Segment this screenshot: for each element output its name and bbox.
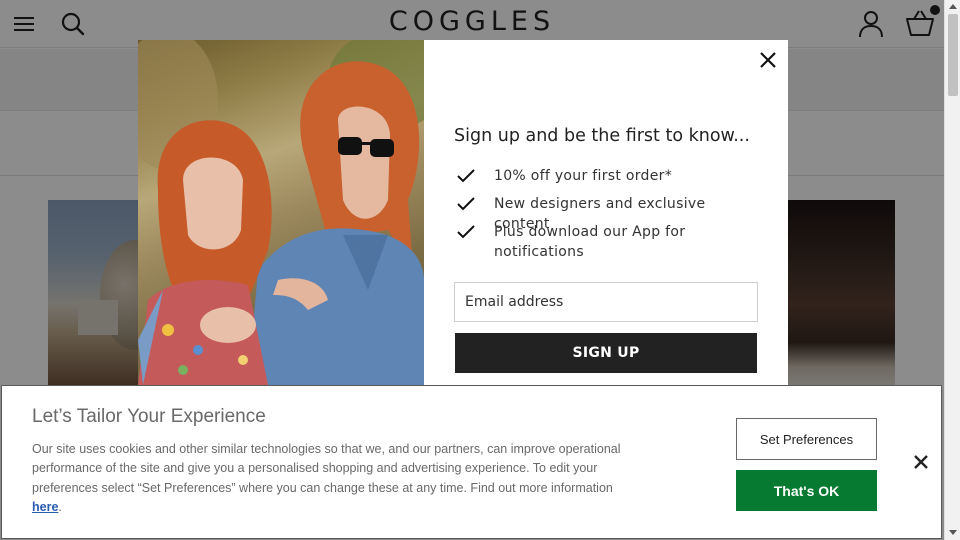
check-icon bbox=[456, 168, 476, 184]
close-icon[interactable] bbox=[757, 49, 779, 71]
models-photo bbox=[138, 40, 424, 385]
set-preferences-button[interactable]: Set Preferences bbox=[736, 418, 877, 460]
scrollbar-thumb[interactable] bbox=[948, 14, 958, 96]
benefit-text: Plus download our App for notifications bbox=[494, 224, 686, 260]
scroll-up-arrow-icon[interactable] bbox=[949, 4, 957, 9]
check-icon bbox=[456, 196, 476, 212]
benefit-text: 10% off your first order* bbox=[494, 168, 673, 184]
email-field[interactable] bbox=[454, 282, 758, 322]
check-icon bbox=[456, 224, 476, 240]
more-info-link[interactable]: here bbox=[32, 500, 58, 514]
cookie-banner-body: Our site uses cookies and other similar … bbox=[32, 442, 621, 495]
sign-up-button[interactable]: SIGN UP bbox=[455, 333, 757, 373]
close-icon[interactable] bbox=[913, 454, 929, 470]
cookie-banner-description: Our site uses cookies and other similar … bbox=[32, 442, 621, 515]
signup-modal: Sign up and be the first to know... 10% … bbox=[138, 40, 788, 385]
vertical-scrollbar[interactable] bbox=[944, 0, 960, 540]
scroll-down-arrow-icon[interactable] bbox=[949, 530, 957, 535]
signup-title: Sign up and be the first to know... bbox=[454, 126, 750, 146]
cookie-banner-title: Let’s Tailor Your Experience bbox=[32, 406, 266, 427]
cookie-banner: Let’s Tailor Your Experience Our site us… bbox=[1, 385, 942, 539]
thats-ok-button[interactable]: That's OK bbox=[736, 470, 877, 511]
